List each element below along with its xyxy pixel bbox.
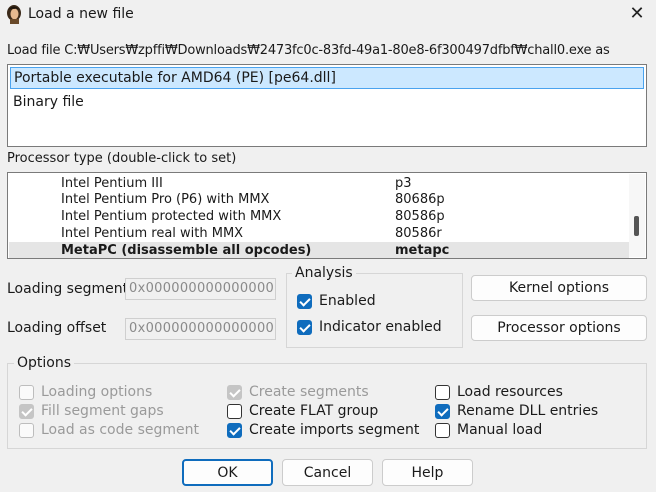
processor-list[interactable]: Intel Pentium III p3 Intel Pentium Pro (… [7, 172, 647, 259]
create-imports-segment-label: Create imports segment [249, 422, 420, 438]
analysis-group [286, 273, 463, 348]
load-file-path-label: Load file C:₩Users₩zpffi₩Downloads₩2473f… [7, 43, 610, 58]
indicator-enabled-label: Indicator enabled [319, 319, 442, 335]
processor-code: p3 [395, 176, 412, 191]
close-button[interactable]: ✕ [624, 2, 650, 28]
options-group-title: Options [14, 355, 75, 371]
fill-segment-gaps-checkbox[interactable] [19, 404, 34, 419]
loading-segment-label: Loading segment [7, 281, 129, 297]
processor-row[interactable]: Intel Pentium III p3 [9, 175, 629, 192]
window-title: Load a new file [28, 6, 134, 22]
create-flat-group-label: Create FLAT group [249, 403, 379, 419]
load-resources-label: Load resources [457, 384, 563, 400]
analysis-enabled-checkbox[interactable] [297, 294, 312, 309]
ida-app-icon [7, 5, 21, 24]
processor-code: 80686p [395, 192, 445, 207]
indicator-enabled-checkbox[interactable] [297, 320, 312, 335]
processor-name: Intel Pentium real with MMX [61, 226, 244, 241]
processor-row[interactable]: Intel Pentium protected with MMX 80586p [9, 208, 629, 225]
processor-row[interactable]: Intel Pentium real with MMX 80586r [9, 225, 629, 242]
processor-row[interactable]: Intel Pentium Pro (P6) with MMX 80686p [9, 191, 629, 208]
file-type-item-binary[interactable]: Binary file [10, 92, 644, 114]
manual-load-label: Manual load [457, 422, 543, 438]
processor-name: Intel Pentium protected with MMX [61, 209, 282, 224]
fill-segment-gaps-label: Fill segment gaps [41, 403, 164, 419]
file-type-item-pe64[interactable]: Portable executable for AMD64 (PE) [pe64… [10, 67, 644, 89]
analysis-enabled-label: Enabled [319, 293, 376, 309]
create-segments-checkbox[interactable] [227, 385, 242, 400]
close-icon: ✕ [629, 3, 645, 24]
loading-options-label: Loading options [41, 384, 153, 400]
file-type-list[interactable]: Portable executable for AMD64 (PE) [pe64… [7, 64, 647, 147]
processor-row-selected[interactable]: MetaPC (disassemble all opcodes) metapc [9, 242, 629, 258]
loading-segment-input[interactable]: 0x0000000000000000 [125, 278, 276, 300]
processor-name: Intel Pentium III [61, 176, 163, 191]
create-imports-segment-checkbox[interactable] [227, 423, 242, 438]
kernel-options-button[interactable]: Kernel options [471, 275, 647, 301]
rename-dll-entries-label: Rename DLL entries [457, 403, 599, 419]
processor-code: 80586p [395, 209, 445, 224]
load-as-code-segment-label: Load as code segment [41, 422, 199, 438]
processor-list-scrollbar[interactable] [629, 174, 645, 257]
processor-options-button[interactable]: Processor options [471, 315, 647, 341]
loading-options-checkbox[interactable] [19, 385, 34, 400]
processor-name: MetaPC (disassemble all opcodes) [61, 243, 312, 258]
processor-code: 80586r [395, 226, 442, 241]
load-as-code-segment-checkbox[interactable] [19, 423, 34, 438]
ok-button[interactable]: OK [182, 459, 273, 486]
create-segments-label: Create segments [249, 384, 369, 400]
cancel-button[interactable]: Cancel [282, 459, 373, 486]
processor-type-label: Processor type (double-click to set) [7, 151, 237, 166]
loading-offset-label: Loading offset [7, 320, 107, 336]
loading-offset-input[interactable]: 0x0000000000000000 [125, 318, 276, 340]
help-button[interactable]: Help [382, 459, 473, 486]
rename-dll-entries-checkbox[interactable] [435, 404, 450, 419]
processor-code: metapc [395, 243, 450, 258]
create-flat-group-checkbox[interactable] [227, 404, 242, 419]
load-resources-checkbox[interactable] [435, 385, 450, 400]
analysis-group-title: Analysis [292, 265, 356, 281]
manual-load-checkbox[interactable] [435, 423, 450, 438]
scrollbar-thumb[interactable] [634, 216, 639, 236]
processor-name: Intel Pentium Pro (P6) with MMX [61, 192, 270, 207]
